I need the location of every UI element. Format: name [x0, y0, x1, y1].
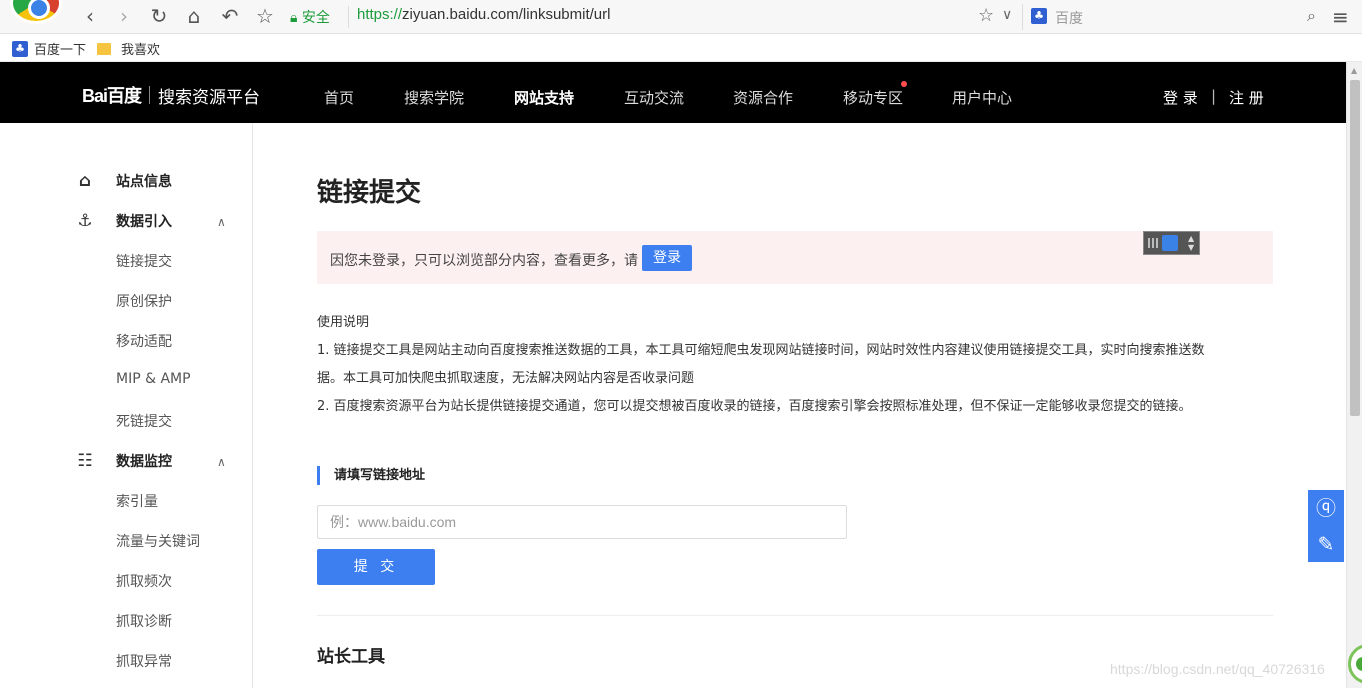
watermark: https://blog.csdn.net/qq_40726316: [1110, 661, 1325, 677]
sidebar-item-mip-amp[interactable]: MIP & AMP: [116, 371, 191, 387]
folder-icon: [97, 42, 111, 55]
browser-search-box[interactable]: ♣ 百度 ⌕: [1022, 4, 1324, 30]
back-icon[interactable]: ‹: [78, 4, 102, 28]
browser-menu-icon[interactable]: ≡: [1332, 5, 1349, 29]
tools-title: 站长工具: [317, 647, 385, 667]
usage-title: 使用说明: [317, 315, 370, 330]
nav-home[interactable]: 首页: [324, 87, 354, 108]
browser-logo-icon: [10, 0, 62, 24]
drag-handle-icon[interactable]: [1148, 238, 1158, 248]
usage-line: 据。本工具可加快爬虫抓取速度，无法解决网站内容是否收录问题: [317, 371, 695, 386]
chevron-up-icon[interactable]: ∧: [217, 215, 226, 229]
notice-login-button[interactable]: 登录: [642, 245, 692, 271]
floating-actions: ⓠ ✎: [1308, 490, 1344, 562]
nav-search-academy[interactable]: 搜索学院: [404, 87, 464, 108]
url-input[interactable]: [317, 505, 847, 539]
nav-resource-cooperation[interactable]: 资源合作: [733, 87, 793, 108]
nav-site-support[interactable]: 网站支持: [514, 87, 574, 108]
brand-divider: [149, 86, 151, 104]
home-icon: ⌂: [78, 171, 92, 191]
chevron-up-icon[interactable]: ∧: [217, 455, 226, 469]
data-import-icon: ⚓︎: [77, 211, 93, 231]
floating-widget[interactable]: ▲ ▼: [1143, 231, 1200, 255]
nav-user-center[interactable]: 用户中心: [952, 87, 1012, 108]
page-title: 链接提交: [317, 178, 422, 208]
monitor-chart-icon: ☷: [77, 451, 93, 471]
notice-text: 因您未登录，只可以浏览部分内容，查看更多，请: [330, 253, 638, 269]
sidebar-item-crawl-errors[interactable]: 抓取异常: [116, 651, 172, 671]
sidebar-item-crawl-frequency[interactable]: 抓取频次: [116, 571, 172, 591]
undo-icon[interactable]: ↶: [218, 4, 242, 28]
sidebar: ⌂ 站点信息 ⚓︎ 数据引入 ∧ 链接提交 原创保护 移动适配 MIP & AM…: [0, 123, 253, 688]
user-icon: [1162, 235, 1178, 251]
forward-icon[interactable]: ›: [112, 4, 136, 28]
baidu-paw-icon: ♣: [12, 40, 28, 57]
lock-icon: 🔒︎: [290, 10, 298, 26]
feedback-edit-icon[interactable]: ✎: [1308, 526, 1344, 562]
site-header: Bai百度 搜索资源平台 首页 搜索学院 网站支持 互动交流 资源合作 移动专区…: [0, 62, 1346, 123]
address-bar[interactable]: https://ziyuan.baidu.com/linksubmit/url: [357, 6, 610, 23]
reload-icon[interactable]: ↻: [147, 4, 171, 28]
section-divider: [317, 615, 1273, 616]
bookmark-folder-favorites[interactable]: 我喜欢: [97, 39, 160, 58]
baidu-logo: Bai百度: [82, 86, 142, 106]
sidebar-group-data-import[interactable]: ⚓︎ 数据引入: [74, 211, 172, 231]
sidebar-item-dead-link[interactable]: 死链提交: [116, 411, 172, 431]
scroll-thumb[interactable]: [1350, 80, 1360, 416]
search-icon[interactable]: ⌕: [1307, 6, 1316, 26]
sidebar-item-crawl-diagnosis[interactable]: 抓取诊断: [116, 611, 172, 631]
sidebar-item-original-protection[interactable]: 原创保护: [116, 291, 172, 311]
submit-button[interactable]: 提 交: [317, 549, 435, 585]
platform-name: 搜索资源平台: [158, 87, 261, 108]
help-icon[interactable]: ⓠ: [1308, 490, 1344, 526]
url-section-heading: 请填写链接地址: [317, 466, 425, 485]
nav-interaction[interactable]: 互动交流: [624, 87, 684, 108]
collapse-arrows-icon[interactable]: ▲ ▼: [1188, 234, 1194, 252]
home-button-icon[interactable]: ⌂: [182, 4, 206, 28]
login-notice: 因您未登录，只可以浏览部分内容，查看更多，请 登录: [317, 231, 1273, 284]
sidebar-item-mobile-adaptation[interactable]: 移动适配: [116, 331, 172, 351]
url-separator: [348, 6, 349, 28]
bookmark-baidu[interactable]: ♣ 百度一下: [12, 39, 86, 58]
sidebar-item-link-submit[interactable]: 链接提交: [116, 251, 172, 271]
nav-mobile-zone[interactable]: 移动专区: [843, 87, 903, 108]
sidebar-item-traffic-keywords[interactable]: 流量与关键词: [116, 531, 200, 551]
bookmark-star-icon[interactable]: ☆: [253, 4, 277, 28]
register-link[interactable]: 注 册: [1229, 87, 1264, 108]
notification-dot: [901, 81, 907, 87]
baidu-paw-icon: ♣: [1031, 8, 1047, 24]
secure-indicator[interactable]: 🔒︎ 安全: [290, 7, 330, 27]
favorite-star-icon[interactable]: ☆: [978, 5, 994, 26]
sidebar-group-site-info[interactable]: ⌂ 站点信息: [74, 171, 172, 191]
scroll-up-icon[interactable]: ▲: [1351, 66, 1357, 75]
brand[interactable]: Bai百度 搜索资源平台: [82, 82, 260, 108]
auth-divider: |: [1211, 87, 1217, 105]
page-scrollbar[interactable]: ▲: [1346, 62, 1362, 688]
sidebar-item-index-volume[interactable]: 索引量: [116, 491, 158, 511]
browser-toolbar: ‹ › ↻ ⌂ ↶ ☆ 🔒︎ 安全 https://ziyuan.baidu.c…: [0, 0, 1362, 34]
usage-line: 1. 链接提交工具是网站主动向百度搜索推送数据的工具，本工具可缩短爬虫发现网站链…: [317, 343, 1205, 358]
bookmark-bar: ♣ 百度一下 我喜欢: [0, 34, 1362, 62]
chevron-down-icon[interactable]: ∨: [1002, 7, 1012, 23]
sidebar-group-data-monitor[interactable]: ☷ 数据监控: [74, 451, 172, 471]
usage-line: 2. 百度搜索资源平台为站长提供链接提交通道，您可以提交想被百度收录的链接，百度…: [317, 399, 1192, 414]
login-link[interactable]: 登 录: [1163, 87, 1198, 108]
